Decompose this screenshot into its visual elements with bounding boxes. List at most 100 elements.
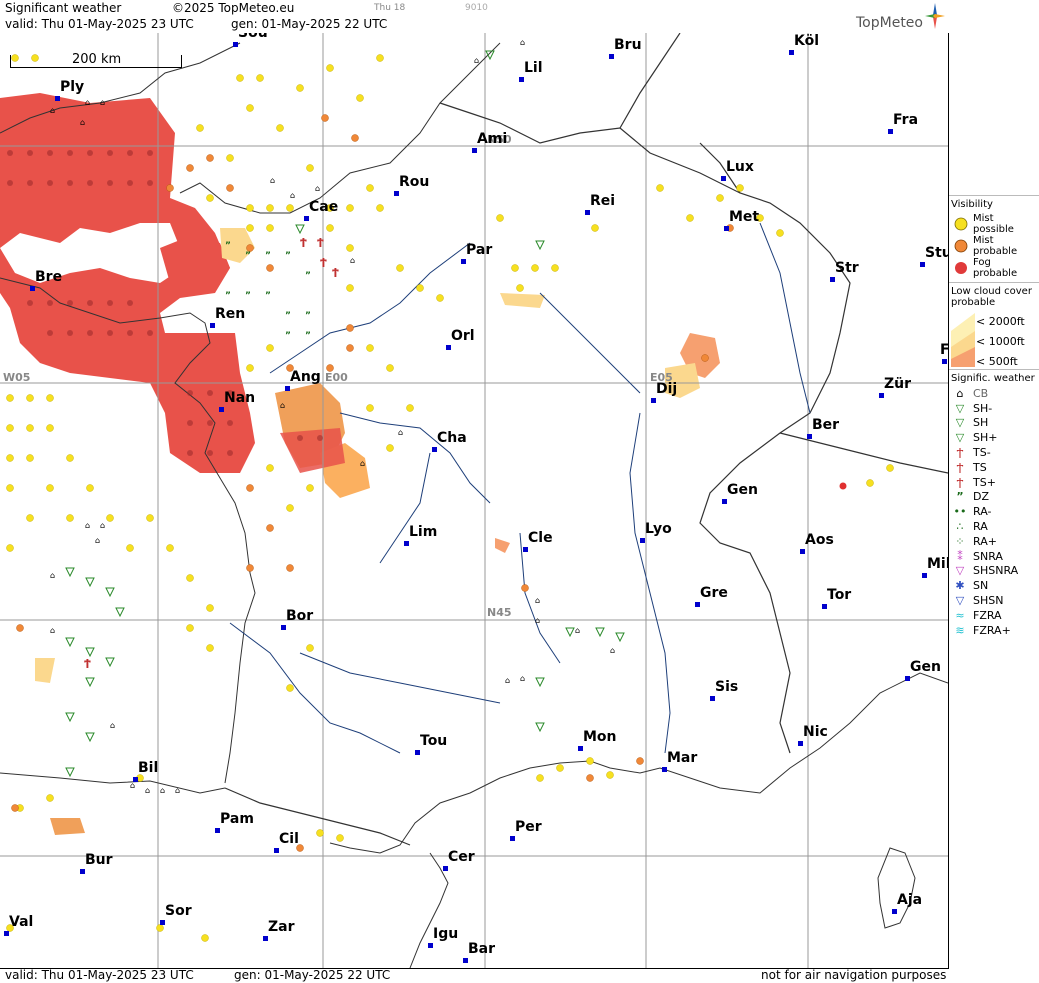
- svg-text:⌂: ⌂: [280, 401, 285, 410]
- legend-ts-heavy: Ϯ TS+: [951, 475, 1037, 490]
- fog-probable-icon: [955, 262, 967, 274]
- snow-shower-icon: ▽: [955, 594, 965, 608]
- legend-ts: Ϯ TS: [951, 460, 1037, 475]
- city-label: Ren: [215, 306, 246, 322]
- sigwx-legend: Signific. weather ⌂ CB ▽ SH- ▽ SH ▽ SH+ Ϯ TS-…: [949, 369, 1039, 641]
- city-label: Mar: [667, 750, 698, 766]
- shower-heavy-icon: ▽: [955, 431, 965, 445]
- city-label: Fra: [893, 112, 919, 128]
- city-marker: [472, 148, 477, 153]
- svg-text:”: ”: [265, 291, 271, 301]
- city-label: Tou: [420, 733, 448, 749]
- city-label: Lux: [726, 159, 754, 175]
- city-label: Zar: [268, 919, 295, 935]
- city-marker: [695, 602, 700, 607]
- city-marker: [519, 77, 524, 82]
- city-marker: [210, 323, 215, 328]
- city-label: Lyo: [645, 521, 672, 537]
- legend-sh-heavy: ▽ SH+: [951, 430, 1037, 445]
- city-marker: [55, 96, 60, 101]
- svg-text:”: ”: [305, 271, 311, 281]
- svg-text:⌂: ⌂: [175, 786, 180, 795]
- city-marker: [905, 676, 910, 681]
- city-marker: [789, 50, 794, 55]
- city-label: Aja: [897, 892, 923, 908]
- grid-label-n45: N45: [487, 606, 512, 619]
- thunderstorm-light-icon: Ϯ: [956, 446, 964, 460]
- svg-text:”: ”: [225, 291, 231, 301]
- legend-label: SHSNRA: [973, 564, 1019, 578]
- svg-text:⌂: ⌂: [50, 106, 55, 115]
- city-marker: [892, 909, 897, 914]
- city-label: Orl: [451, 328, 475, 344]
- chart-code: 9010: [465, 3, 488, 13]
- city-marker: [800, 549, 805, 554]
- legend-label: FZRA: [973, 608, 1002, 622]
- cloud-ramp-icon: [951, 313, 975, 367]
- svg-text:Ϯ: Ϯ: [300, 237, 307, 248]
- city-label: Köl: [794, 33, 820, 49]
- legend-sh-light: ▽ SH-: [951, 401, 1037, 416]
- shower-icon: ▽: [955, 416, 965, 430]
- legend-ra-light: •• RA-: [951, 504, 1037, 519]
- svg-text:”: ”: [225, 241, 231, 251]
- grid-label-e00: E00: [325, 371, 348, 384]
- city-marker: [80, 869, 85, 874]
- city-label: Rei: [590, 193, 616, 209]
- city-label: Ang: [290, 369, 321, 385]
- city-marker: [888, 129, 893, 134]
- city-label: Gen: [727, 482, 758, 498]
- city-marker: [160, 920, 165, 925]
- legend-label: SH-: [973, 401, 993, 415]
- legend-label: RA+: [973, 534, 997, 548]
- cloud-legend: Low cloud cover probable < 2000ft < 1000…: [949, 282, 1039, 369]
- city-marker: [404, 541, 409, 546]
- city-label: Cle: [528, 530, 553, 546]
- copyright: ©2025 TopMeteo.eu: [172, 1, 295, 15]
- city-marker: [640, 538, 645, 543]
- city-label: Rou: [399, 174, 430, 190]
- city-marker: [879, 393, 884, 398]
- shower-light-icon: ▽: [955, 401, 965, 415]
- city-marker: [446, 345, 451, 350]
- legend-mist-possible: Mist possible: [951, 213, 1037, 235]
- svg-text:Ϯ: Ϯ: [317, 237, 324, 248]
- weather-map[interactable]: ⌂ ⌂ ⌂ ⌂ ⌂ ⌂ ⌂ ⌂ ⌂ ⌂ ⌂ ⌂ ⌂ ⌂ ⌂ ⌂ ⌂ ⌂ ⌂ ⌂ ⌂ ⌂ ⌂ ⌂ ⌂ ⌂ ⌂ ⌂ ⌂ ”””…: [0, 33, 949, 969]
- svg-text:⌂: ⌂: [398, 428, 403, 437]
- city-marker: [798, 741, 803, 746]
- generated-time: gen: 01-May-2025 22 UTC: [231, 17, 388, 31]
- city-marker: [523, 547, 528, 552]
- city-marker: [585, 210, 590, 215]
- brand-compass-icon: [925, 3, 945, 29]
- city-marker: [822, 604, 827, 609]
- city-marker: [461, 259, 466, 264]
- svg-text:⌂: ⌂: [50, 626, 55, 635]
- city-marker: [662, 767, 667, 772]
- legend-shsnra: ▽ SHSNRA: [951, 564, 1037, 579]
- snow-icon: ✱: [955, 579, 965, 593]
- city-label: Mon: [583, 729, 617, 745]
- svg-text:⌂: ⌂: [315, 184, 320, 193]
- city-marker: [274, 848, 279, 853]
- city-marker: [609, 54, 614, 59]
- legend-label: RA: [973, 520, 988, 534]
- svg-text:”: ”: [285, 251, 291, 261]
- city-label: Met: [729, 209, 760, 225]
- city-label: Per: [515, 819, 542, 835]
- city-label: Cer: [448, 849, 475, 865]
- city-label: Cha: [437, 430, 467, 446]
- chart-title: Significant weather: [5, 1, 122, 15]
- svg-text:”: ”: [245, 251, 251, 261]
- svg-text:Ϯ: Ϯ: [84, 658, 91, 669]
- legend-fzra-heavy: ≋ FZRA+: [951, 623, 1037, 638]
- legend-label: SH+: [973, 431, 998, 445]
- legend-mist-probable: Mist probable: [951, 235, 1037, 257]
- city-label: Sor: [165, 903, 192, 919]
- cb-icon: ⌂: [956, 386, 964, 400]
- snow-rain-shower-icon: ▽: [955, 564, 965, 578]
- city-label: Sis: [715, 679, 739, 695]
- city-label: F: [940, 342, 949, 358]
- svg-text:⌂: ⌂: [130, 781, 135, 790]
- city-label: Zür: [884, 376, 912, 392]
- legend-panel: Visibility Mist possible Mist probable F…: [949, 195, 1039, 641]
